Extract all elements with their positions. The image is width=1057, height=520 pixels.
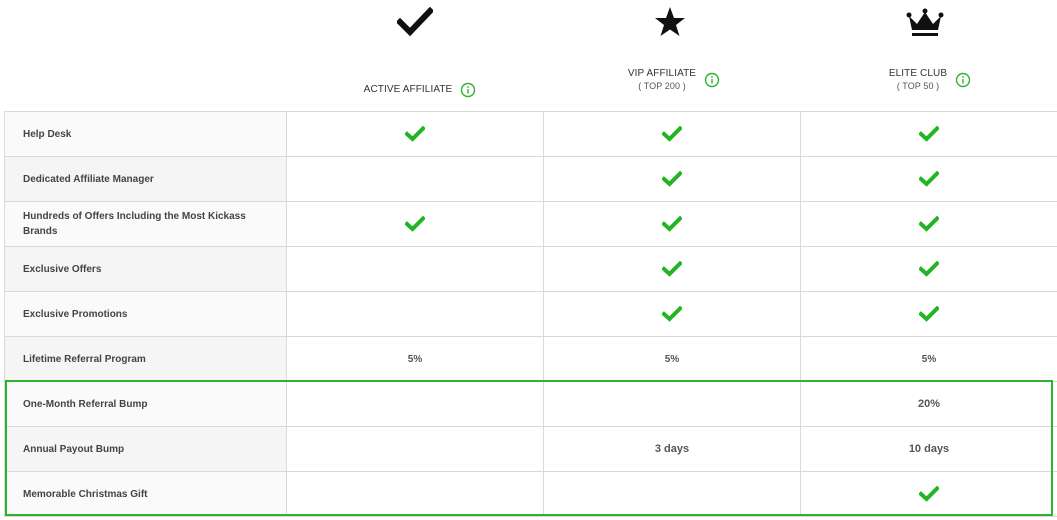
feature-label: Memorable Christmas Gift: [4, 471, 287, 517]
cell-value: 5%: [800, 336, 1057, 382]
table-row: Hundreds of Offers Including the Most Ki…: [4, 201, 1057, 247]
tier-header-active: ACTIVE AFFILIATE: [292, 81, 548, 99]
table-row: Exclusive Promotions: [4, 291, 1057, 337]
table-row: Exclusive Offers: [4, 246, 1057, 292]
check-icon: [800, 471, 1057, 517]
check-icon: [800, 246, 1057, 292]
feature-label: Lifetime Referral Program: [4, 336, 287, 382]
table-row: Lifetime Referral Program 5% 5% 5%: [4, 336, 1057, 382]
check-icon: [800, 111, 1057, 157]
crown-icon: [905, 4, 945, 40]
table-row: Annual Payout Bump 3 days 10 days: [4, 426, 1057, 472]
check-icon: [543, 246, 801, 292]
cell-value: 5%: [286, 336, 544, 382]
cell-value: 10 days: [800, 426, 1057, 472]
empty-cell: [286, 291, 544, 337]
tier-header-vip: VIP AFFILIATE( TOP 200 ): [546, 68, 802, 91]
info-icon[interactable]: [955, 72, 971, 88]
empty-cell: [543, 381, 801, 427]
check-icon: [800, 291, 1057, 337]
tier-name: VIP AFFILIATE( TOP 200 ): [627, 68, 697, 91]
empty-cell: [286, 471, 544, 517]
check-icon: [800, 156, 1057, 202]
tier-name: ACTIVE AFFILIATE: [363, 84, 453, 96]
feature-label: One-Month Referral Bump: [4, 381, 287, 427]
check-icon: [543, 111, 801, 157]
empty-cell: [286, 426, 544, 472]
empty-cell: [286, 381, 544, 427]
tier-name: ELITE CLUB( TOP 50 ): [888, 68, 948, 91]
cell-value: 20%: [800, 381, 1057, 427]
feature-label: Dedicated Affiliate Manager: [4, 156, 287, 202]
check-icon: [286, 111, 544, 157]
empty-cell: [543, 471, 801, 517]
check-icon: [543, 156, 801, 202]
table-row: Memorable Christmas Gift: [4, 471, 1057, 517]
feature-label: Hundreds of Offers Including the Most Ki…: [4, 201, 287, 247]
empty-cell: [286, 156, 544, 202]
info-icon[interactable]: [460, 82, 476, 98]
comparison-table: Help Desk Dedicated Affiliate Manager Hund…: [4, 111, 1057, 517]
table-row: Dedicated Affiliate Manager: [4, 156, 1057, 202]
cell-value: 3 days: [543, 426, 801, 472]
checkmark-icon: [395, 4, 435, 40]
feature-label: Exclusive Promotions: [4, 291, 287, 337]
table-row: One-Month Referral Bump 20%: [4, 381, 1057, 427]
feature-label: Annual Payout Bump: [4, 426, 287, 472]
check-icon: [286, 201, 544, 247]
star-icon: [650, 4, 690, 40]
check-icon: [543, 291, 801, 337]
check-icon: [543, 201, 801, 247]
feature-label: Help Desk: [4, 111, 287, 157]
feature-label: Exclusive Offers: [4, 246, 287, 292]
cell-value: 5%: [543, 336, 801, 382]
tier-header-elite: ELITE CLUB( TOP 50 ): [802, 68, 1057, 91]
empty-cell: [286, 246, 544, 292]
check-icon: [800, 201, 1057, 247]
table-row: Help Desk: [4, 111, 1057, 157]
info-icon[interactable]: [704, 72, 720, 88]
